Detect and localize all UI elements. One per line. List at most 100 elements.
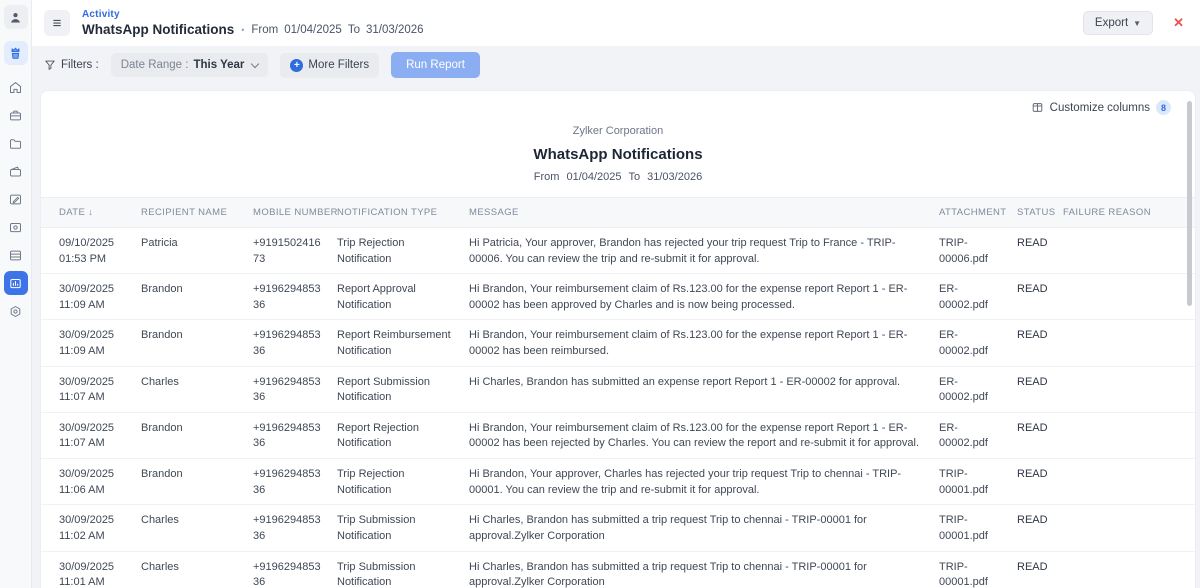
column-header-recipient: Recipient Name	[141, 198, 253, 228]
hamburger-menu-icon[interactable]: ≡	[44, 10, 70, 36]
cell-failure-reason	[1063, 366, 1195, 412]
cell-status: READ	[1017, 412, 1063, 458]
report-date-range: From 01/04/2025 To 31/03/2026	[41, 171, 1195, 183]
wallet-icon[interactable]	[4, 159, 28, 183]
columns-count-badge: 8	[1156, 100, 1171, 115]
run-report-button[interactable]: Run Report	[391, 52, 480, 78]
cell-recipient: Charles	[141, 366, 253, 412]
cell-message: Hi Charles, Brandon has submitted an exp…	[469, 366, 939, 412]
cell-message: Hi Brandon, Your reimbursement claim of …	[469, 274, 939, 320]
cell-date: 30/09/2025 11:02 AM	[41, 505, 141, 551]
cell-mobile: +919629485336	[253, 366, 337, 412]
cell-mobile: +919629485336	[253, 551, 337, 588]
table-row[interactable]: 30/09/2025 11:07 AMCharles+919629485336R…	[41, 366, 1195, 412]
cell-date: 09/10/2025 01:53 PM	[41, 228, 141, 274]
cell-failure-reason	[1063, 412, 1195, 458]
cell-type: Report Reimbursement Notification	[337, 320, 469, 366]
table-header-row: Date↓ Recipient Name Mobile Number Notif…	[41, 198, 1195, 228]
cell-type: Trip Rejection Notification	[337, 228, 469, 274]
cell-status: READ	[1017, 505, 1063, 551]
cell-status: READ	[1017, 228, 1063, 274]
cell-recipient: Patricia	[141, 228, 253, 274]
page-title: WhatsApp Notifications	[82, 22, 234, 37]
settings-gear-icon[interactable]	[4, 299, 28, 323]
column-header-status: Status	[1017, 198, 1063, 228]
close-icon[interactable]: ✕	[1173, 15, 1184, 31]
sort-desc-icon: ↓	[88, 207, 93, 217]
cell-recipient: Brandon	[141, 320, 253, 366]
cell-date: 30/09/2025 11:09 AM	[41, 320, 141, 366]
cell-type: Report Submission Notification	[337, 366, 469, 412]
vertical-scrollbar[interactable]	[1187, 101, 1192, 306]
cell-attachment[interactable]: TRIP-00001.pdf	[939, 459, 1017, 505]
column-header-date[interactable]: Date↓	[41, 198, 141, 228]
cell-failure-reason	[1063, 320, 1195, 366]
cell-message: Hi Patricia, Your approver, Brandon has …	[469, 228, 939, 274]
table-row[interactable]: 30/09/2025 11:07 AMBrandon+919629485336R…	[41, 412, 1195, 458]
cell-attachment[interactable]: ER-00002.pdf	[939, 366, 1017, 412]
cell-failure-reason	[1063, 551, 1195, 588]
cell-attachment[interactable]: ER-00002.pdf	[939, 412, 1017, 458]
cell-status: READ	[1017, 551, 1063, 588]
header-date-range: From 01/04/2025 To 31/03/2026	[251, 24, 423, 36]
export-button[interactable]: Export ▼	[1083, 11, 1153, 35]
cell-failure-reason	[1063, 505, 1195, 551]
user-avatar-icon[interactable]	[4, 5, 28, 29]
date-range-filter[interactable]: Date Range : This Year	[111, 53, 269, 77]
table-row[interactable]: 30/09/2025 11:09 AMBrandon+919629485336R…	[41, 274, 1195, 320]
cell-message: Hi Brandon, Your reimbursement claim of …	[469, 412, 939, 458]
cell-message: Hi Brandon, Your reimbursement claim of …	[469, 320, 939, 366]
trips-briefcase-icon[interactable]	[4, 103, 28, 127]
plus-icon: +	[290, 59, 303, 72]
cell-status: READ	[1017, 459, 1063, 505]
cell-attachment[interactable]: ER-00002.pdf	[939, 320, 1017, 366]
cell-attachment[interactable]: TRIP-00001.pdf	[939, 505, 1017, 551]
customize-columns-button[interactable]: Customize columns 8	[41, 91, 1195, 115]
table-row[interactable]: 30/09/2025 11:09 AMBrandon+919629485336R…	[41, 320, 1195, 366]
cell-recipient: Brandon	[141, 459, 253, 505]
report-header: Zylker Corporation WhatsApp Notification…	[41, 125, 1195, 183]
table-row[interactable]: 30/09/2025 11:01 AMCharles+919629485336T…	[41, 551, 1195, 588]
cell-failure-reason	[1063, 228, 1195, 274]
breadcrumb[interactable]: Activity	[82, 9, 424, 20]
table-row[interactable]: 30/09/2025 11:02 AMCharles+919629485336T…	[41, 505, 1195, 551]
column-header-message: Message	[469, 198, 939, 228]
column-header-failure-reason: Failure Reason	[1063, 198, 1195, 228]
report-panel: Customize columns 8 Zylker Corporation W…	[40, 90, 1196, 588]
analytics-icon[interactable]	[4, 271, 28, 295]
cell-status: READ	[1017, 320, 1063, 366]
filter-funnel-icon	[44, 59, 56, 71]
chevron-down-icon	[251, 59, 259, 67]
table-row[interactable]: 09/10/2025 01:53 PMPatricia+919150241673…	[41, 228, 1195, 274]
table-row[interactable]: 30/09/2025 11:06 AMBrandon+919629485336T…	[41, 459, 1195, 505]
cell-type: Trip Rejection Notification	[337, 459, 469, 505]
home-icon[interactable]	[4, 75, 28, 99]
filter-bar: Filters : Date Range : This Year + More …	[32, 46, 1200, 84]
expense-edit-icon[interactable]	[4, 187, 28, 211]
cell-mobile: +919629485336	[253, 274, 337, 320]
cell-failure-reason	[1063, 459, 1195, 505]
notifications-table: Date↓ Recipient Name Mobile Number Notif…	[41, 197, 1195, 588]
column-header-attachment: Attachment	[939, 198, 1017, 228]
app-root: ≡ Activity WhatsApp Notifications • From…	[0, 0, 1200, 588]
company-name: Zylker Corporation	[41, 125, 1195, 137]
cell-recipient: Charles	[141, 551, 253, 588]
documents-stack-icon[interactable]	[4, 243, 28, 267]
separator-dot: •	[241, 25, 244, 35]
cell-attachment[interactable]: ER-00002.pdf	[939, 274, 1017, 320]
cell-type: Report Approval Notification	[337, 274, 469, 320]
cell-status: READ	[1017, 366, 1063, 412]
folder-icon[interactable]	[4, 131, 28, 155]
cell-message: Hi Charles, Brandon has submitted a trip…	[469, 551, 939, 588]
admin-view-icon[interactable]	[4, 41, 28, 65]
chevron-down-icon: ▼	[1133, 19, 1141, 28]
filters-label: Filters :	[44, 59, 99, 71]
cell-recipient: Brandon	[141, 412, 253, 458]
more-filters-button[interactable]: + More Filters	[280, 53, 379, 78]
report-title: WhatsApp Notifications	[41, 146, 1195, 163]
cell-message: Hi Brandon, Your approver, Charles has r…	[469, 459, 939, 505]
cell-attachment[interactable]: TRIP-00006.pdf	[939, 228, 1017, 274]
cell-attachment[interactable]: TRIP-00001.pdf	[939, 551, 1017, 588]
advances-icon[interactable]	[4, 215, 28, 239]
cell-failure-reason	[1063, 274, 1195, 320]
